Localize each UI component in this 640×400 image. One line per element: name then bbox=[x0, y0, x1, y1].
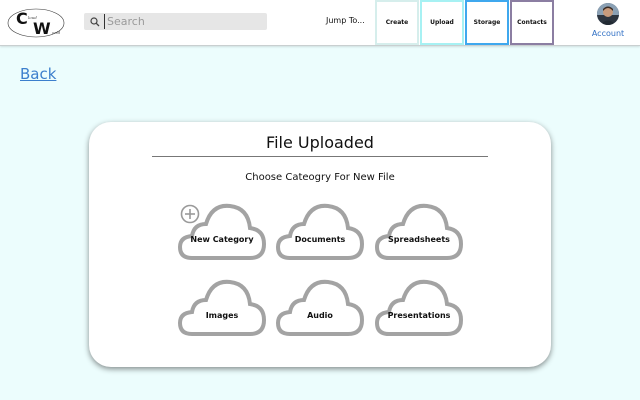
svg-text:orld: orld bbox=[52, 30, 61, 35]
cloud-icon bbox=[276, 203, 364, 260]
nav-storage-button[interactable]: Storage bbox=[465, 0, 509, 45]
top-nav-bar: C W loud orld Jump To... Create Upload S… bbox=[0, 0, 640, 46]
category-label: Presentations bbox=[387, 311, 451, 320]
cloud-icon bbox=[178, 279, 266, 336]
svg-text:C: C bbox=[16, 9, 28, 28]
card-title: File Uploaded bbox=[266, 133, 374, 152]
title-divider bbox=[152, 156, 488, 157]
category-label: Documents bbox=[294, 235, 346, 244]
search-icon bbox=[88, 15, 102, 29]
account-label: Account bbox=[591, 29, 625, 38]
upload-category-card: File Uploaded Choose Cateogry For New Fi… bbox=[89, 122, 551, 367]
search-input[interactable] bbox=[104, 14, 264, 29]
jump-to-menu[interactable]: Jump To... bbox=[326, 16, 365, 25]
category-images[interactable]: Images bbox=[178, 278, 266, 338]
svg-text:loud: loud bbox=[28, 15, 37, 20]
category-documents[interactable]: Documents bbox=[276, 202, 364, 262]
svg-text:W: W bbox=[33, 19, 51, 38]
cloud-icon bbox=[375, 203, 463, 260]
card-subtitle: Choose Cateogry For New File bbox=[245, 172, 395, 183]
account-menu[interactable]: Account bbox=[586, 3, 630, 41]
plus-circle-icon[interactable] bbox=[180, 204, 200, 224]
nav-upload-button[interactable]: Upload bbox=[420, 0, 464, 45]
category-label: Audio bbox=[307, 311, 333, 320]
cloud-icon bbox=[276, 279, 364, 336]
search-box[interactable] bbox=[84, 13, 267, 30]
category-spreadsheets[interactable]: Spreadsheets bbox=[375, 202, 463, 262]
cloud-icon bbox=[375, 279, 463, 336]
avatar bbox=[597, 3, 619, 25]
back-link[interactable]: Back bbox=[20, 65, 56, 83]
nav-contacts-button[interactable]: Contacts bbox=[510, 0, 554, 45]
category-presentations[interactable]: Presentations bbox=[375, 278, 463, 338]
category-label: New Category bbox=[190, 235, 254, 244]
category-label: Spreadsheets bbox=[388, 235, 450, 244]
nav-create-button[interactable]: Create bbox=[375, 0, 419, 45]
category-audio[interactable]: Audio bbox=[276, 278, 364, 338]
category-label: Images bbox=[205, 311, 239, 320]
logo[interactable]: C W loud orld bbox=[7, 5, 67, 39]
